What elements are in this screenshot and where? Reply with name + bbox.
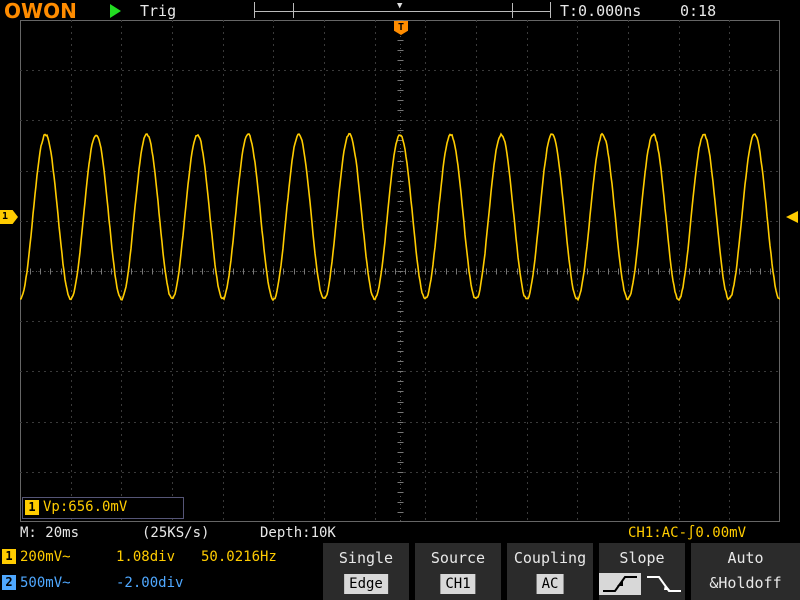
menu-trigger-mode[interactable]: Single Edge [323,543,409,600]
channel2-info[interactable]: 2 500mV~ -2.00div [0,572,322,594]
menu-slope-label: Slope [619,549,665,567]
sample-rate: (25KS/s) [142,525,210,541]
graticule [20,20,780,522]
channel2-badge: 2 [2,575,16,590]
measurement-channel-badge: 1 [25,500,39,515]
record-depth: Depth:10K [260,525,336,541]
menu-source-value: CH1 [440,574,476,594]
menu-auto-holdoff[interactable]: Auto &Holdoff [691,543,800,600]
menu-slope[interactable]: Slope [599,543,685,600]
channel2-offset: -2.00div [116,575,184,591]
trigger-status: Trig [140,2,177,20]
trigger-time: T:0.000ns [560,2,642,20]
trigger-level-marker[interactable] [786,211,798,223]
brand-logo: OWON [4,0,77,23]
status-line: M: 20ms (25KS/s) Depth:10K CH1:AC-∫0.00m… [0,523,800,543]
trigger-info: CH1:AC-∫0.00mV [628,525,747,541]
falling-edge-icon[interactable] [643,573,685,595]
measurement-value: Vp:656.0mV [43,499,128,515]
channel1-badge: 1 [2,549,16,564]
memory-timeline: ▼ [254,1,551,18]
top-bar: OWON Trig ▼ T:0.000ns 0:18 [0,0,800,22]
play-triangle-icon [110,4,121,18]
channel1-offset: 1.08div [116,549,176,565]
timeline-marker-icon: ▼ [397,1,403,11]
menu-auto-label: Auto [727,549,764,567]
menu-holdoff-label: &Holdoff [709,574,782,592]
timeline-window [293,3,513,18]
channel1-scale: 200mV~ [20,549,71,565]
bottom-panel: 1 200mV~ 1.08div 50.0216Hz 2 500mV~ -2.0… [0,543,800,600]
clock: 0:18 [680,2,717,20]
channel1-info[interactable]: 1 200mV~ 1.08div 50.0216Hz [0,546,322,568]
timebase: M: 20ms [20,525,80,541]
menu-mode-label: Single [338,549,394,567]
menu-source-label: Source [430,549,486,567]
channel1-frequency: 50.0216Hz [201,549,277,565]
menu-coupling-label: Coupling [513,549,587,567]
menu-coupling-value: AC [536,574,564,594]
menu-coupling[interactable]: Coupling AC [507,543,593,600]
waveform-screen[interactable] [20,20,780,522]
rising-edge-icon[interactable] [599,573,641,595]
menu-source[interactable]: Source CH1 [415,543,501,600]
measurement-box: 1 Vp:656.0mV [22,497,184,519]
ch1-offset-marker[interactable]: 1 [0,210,18,224]
menu-mode-value: Edge [344,574,388,594]
channel2-scale: 500mV~ [20,575,71,591]
